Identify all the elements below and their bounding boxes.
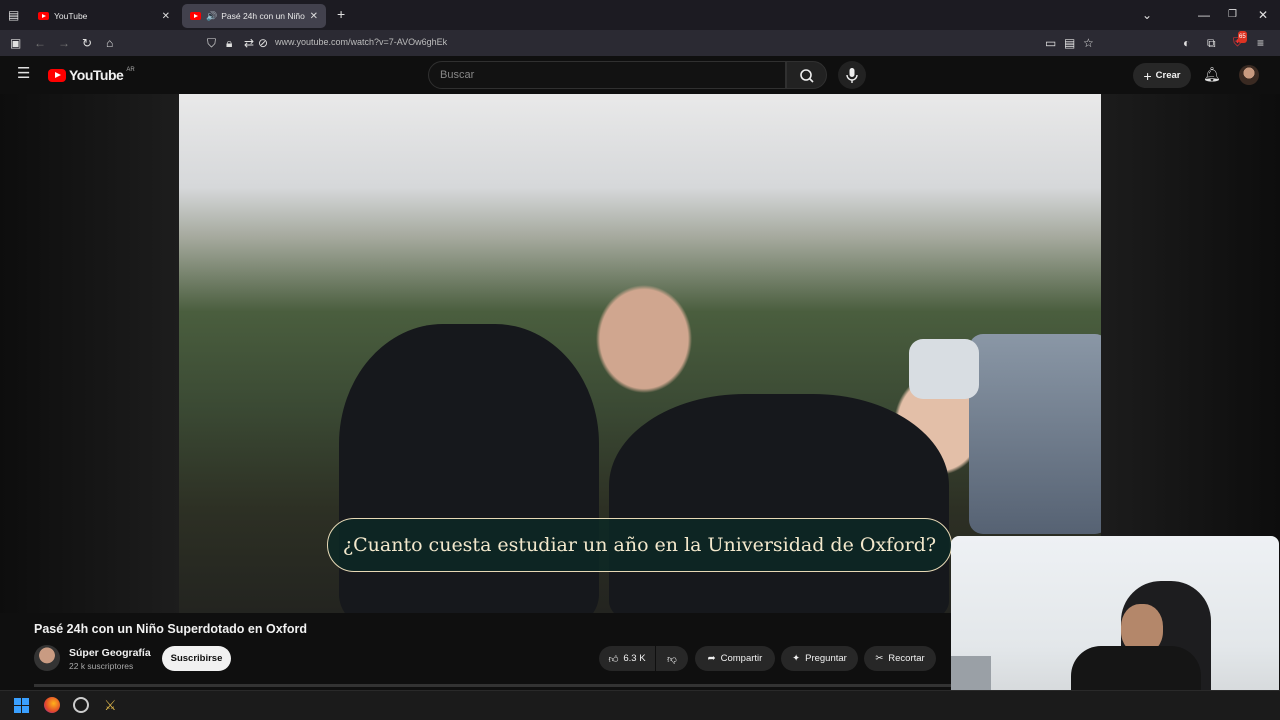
like-button[interactable]: 👍︎ 6.3 K — [599, 646, 655, 671]
subscribe-button[interactable]: Suscribirse — [162, 646, 231, 671]
pip-icon[interactable]: ▭ — [1045, 37, 1056, 49]
close-tab-icon[interactable]: ✕ — [310, 11, 318, 22]
home-icon[interactable]: ⌂ — [106, 37, 113, 49]
ask-label: Preguntar — [805, 653, 847, 664]
dislike-button[interactable]: 👎︎ — [656, 646, 688, 671]
share-button[interactable]: ➦ Compartir — [695, 646, 775, 671]
minimize-button[interactable]: — — [1198, 9, 1210, 21]
taskbar: ⚔ — [0, 690, 1280, 720]
plus-icon: + — [1143, 67, 1152, 84]
create-button[interactable]: + Crear — [1133, 63, 1191, 88]
back-icon[interactable]: ← — [34, 37, 46, 49]
permissions-icon[interactable]: ⇄ — [244, 37, 254, 49]
youtube-play-icon — [48, 68, 66, 82]
app-icon[interactable] — [73, 697, 89, 713]
sidebar-icon[interactable]: ▣ — [10, 37, 21, 49]
new-tab-button[interactable]: + — [337, 7, 345, 21]
voice-search-button[interactable] — [838, 61, 866, 89]
speaker-icon[interactable]: 🔊 — [206, 11, 217, 22]
reader-view-icon[interactable]: ▤ — [1064, 37, 1075, 49]
windows-start-icon[interactable] — [14, 698, 29, 713]
clip-label: Recortar — [888, 653, 925, 664]
search-icon — [800, 69, 814, 83]
video-caption: ¿Cuanto cuesta estudiar un año en la Uni… — [327, 518, 952, 572]
tab-list-icon[interactable]: ▤ — [8, 9, 19, 21]
microphone-icon — [846, 68, 858, 83]
channel-avatar[interactable] — [34, 645, 60, 671]
url-bar[interactable]: www.youtube.com/watch?v=7-AVOw6ghEk — [275, 37, 447, 47]
league-icon[interactable]: ⚔ — [104, 697, 117, 714]
close-tab-icon[interactable]: ✕ — [162, 11, 170, 22]
close-window-button[interactable]: ✕ — [1258, 9, 1268, 21]
youtube-logo-text: YouTube — [69, 67, 124, 83]
tab-title: YouTube — [54, 11, 88, 21]
extension-icon[interactable]: ◐ — [1183, 37, 1190, 49]
notifications-bell-icon[interactable]: 🔔︎ — [1203, 67, 1221, 81]
channel-name[interactable]: Súper Geografía — [69, 647, 151, 659]
video-car — [969, 334, 1101, 534]
youtube-favicon-icon — [190, 12, 201, 20]
scissors-icon: ✂ — [875, 653, 884, 664]
video-title: Pasé 24h con un Niño Superdotado en Oxfo… — [34, 622, 307, 636]
extensions-puzzle-icon[interactable]: ⧉ — [1207, 37, 1216, 49]
youtube-logo[interactable]: YouTube AR — [48, 67, 135, 83]
share-icon: ➦ — [707, 653, 716, 664]
reload-icon[interactable]: ↻ — [82, 37, 92, 49]
tab-youtube[interactable]: YouTube ✕ — [30, 4, 178, 28]
like-count: 6.3 K — [623, 653, 646, 664]
thumbs-down-icon: 👎︎ — [667, 653, 677, 665]
video-car-far — [909, 339, 979, 399]
thumbs-up-icon: 👍︎ — [608, 653, 619, 665]
search-button[interactable] — [786, 61, 827, 89]
browser-tab-bar: ▤ YouTube ✕ 🔊 Pasé 24h con un Niño Super… — [0, 0, 1280, 30]
lock-icon[interactable]: 🔒︎ — [226, 37, 232, 49]
search-input[interactable]: Buscar — [428, 61, 786, 89]
youtube-favicon-icon — [38, 12, 49, 20]
notification-badge: 65 — [1238, 31, 1247, 43]
shield-icon[interactable]: ⛉ — [207, 37, 216, 49]
ambient-left — [0, 94, 179, 613]
region-code: AR — [126, 67, 135, 73]
subscriber-count: 22 k suscriptores — [69, 661, 134, 671]
menu-icon[interactable]: ≡ — [1257, 37, 1264, 49]
user-avatar[interactable] — [1239, 65, 1259, 85]
scroll-divider — [34, 684, 951, 687]
clip-button[interactable]: ✂ Recortar — [864, 646, 936, 671]
share-label: Compartir — [720, 653, 763, 664]
forward-icon[interactable]: → — [58, 37, 70, 49]
list-all-tabs-icon[interactable]: ⌄ — [1142, 9, 1152, 21]
tab-video[interactable]: 🔊 Pasé 24h con un Niño Superd ✕ — [182, 4, 326, 28]
hamburger-menu-icon[interactable]: ☰ — [17, 66, 30, 81]
firefox-icon[interactable] — [44, 697, 60, 713]
autoplay-blocked-icon[interactable]: ⊘ — [258, 37, 268, 49]
create-label: Crear — [1155, 70, 1181, 81]
browser-nav-bar: ▣ ← → ↻ ⌂ ⛉ 🔒︎ ⇄ ⊘ ▭ ▤ ☆ ◐ ⧉ ⛨ 65 ≡ — [0, 30, 1280, 56]
video-person-right — [609, 394, 949, 613]
maximize-button[interactable]: ❐ — [1228, 9, 1237, 21]
tab-title: Pasé 24h con un Niño Superd — [221, 11, 305, 21]
ask-button[interactable]: ✦ Preguntar — [781, 646, 858, 671]
bookmark-star-icon[interactable]: ☆ — [1083, 37, 1094, 49]
sparkle-icon: ✦ — [792, 653, 801, 664]
